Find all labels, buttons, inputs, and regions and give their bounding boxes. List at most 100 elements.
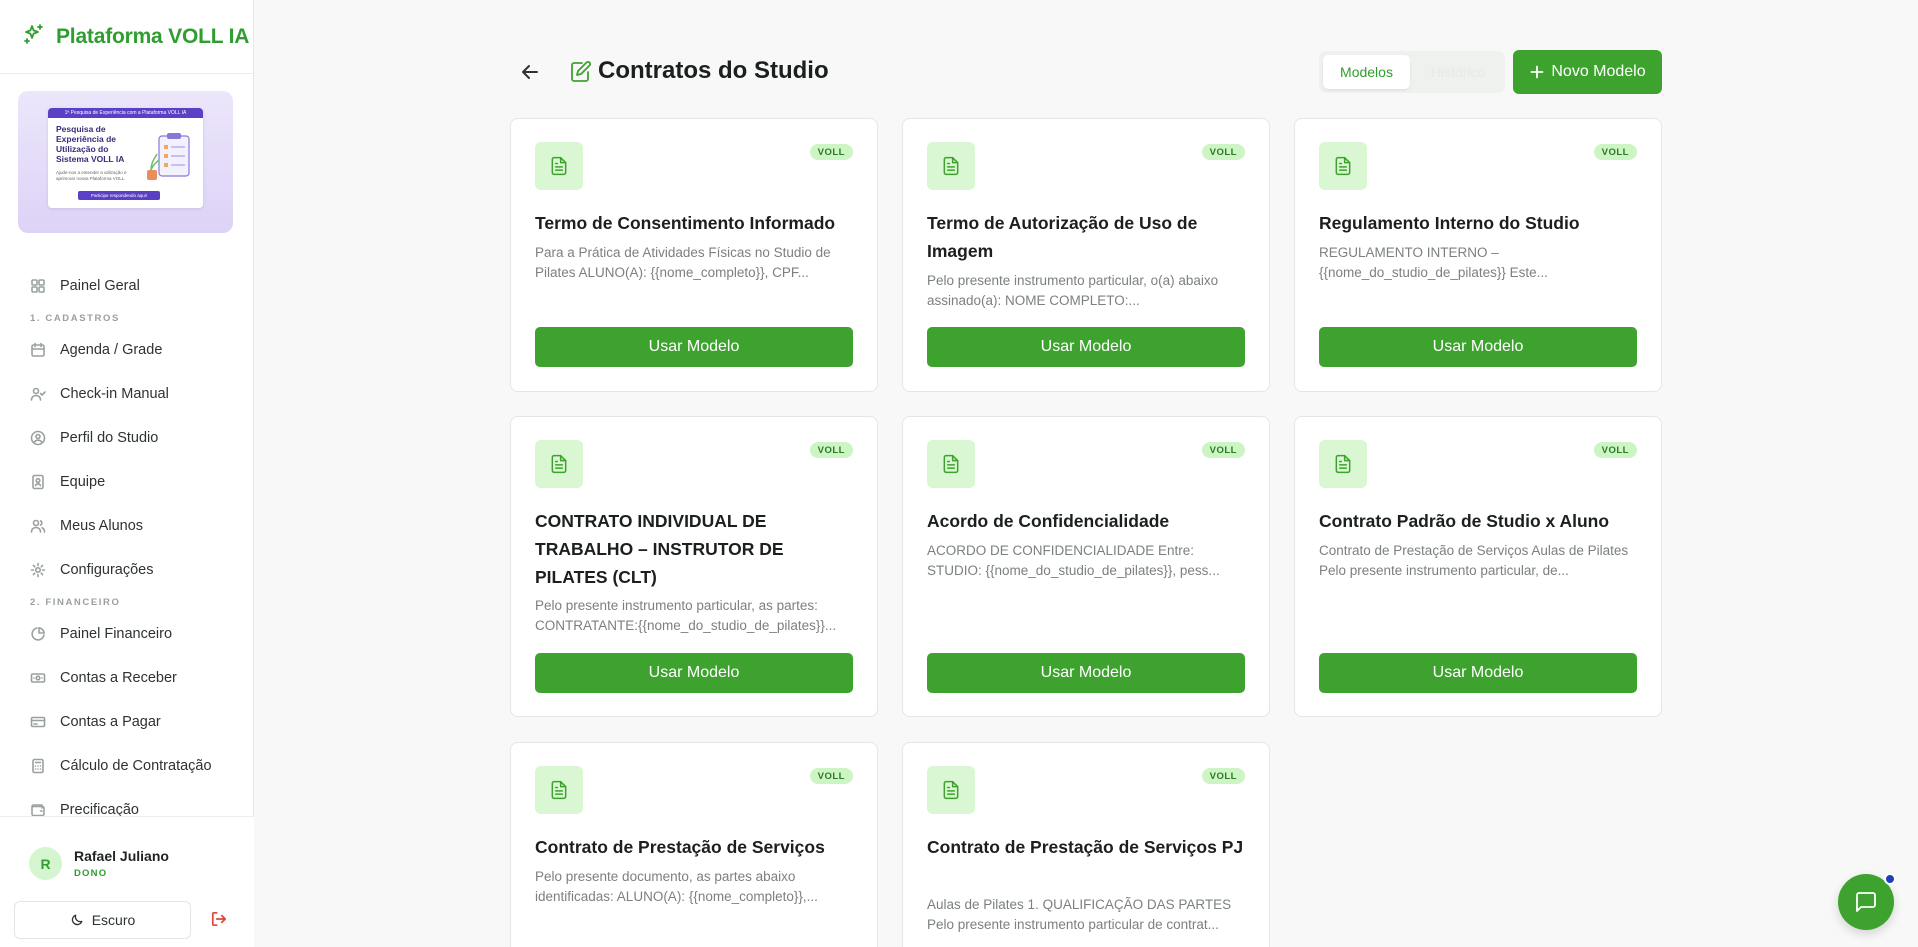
- tab-historico[interactable]: Histórico: [1415, 55, 1501, 89]
- plus-icon: [1530, 65, 1544, 79]
- clipboard-illustration-icon: [147, 133, 190, 180]
- brand[interactable]: Plataforma VOLL IA: [0, 0, 253, 74]
- sidebar-item-perfil-studio[interactable]: Perfil do Studio: [0, 416, 254, 460]
- card-description: Contrato de Prestação de Serviços Aulas …: [1319, 543, 1629, 578]
- user-role: DONO: [74, 868, 108, 879]
- card-title: Termo de Consentimento Informado: [535, 213, 836, 233]
- template-card: VOLL Contrato Padrão de Studio x Aluno C…: [1294, 416, 1662, 717]
- card-title: Contrato de Prestação de Serviços: [535, 837, 825, 857]
- template-card: VOLL Termo de Autorização de Uso de Imag…: [902, 118, 1270, 392]
- source-badge: VOLL: [809, 442, 853, 458]
- calculator-icon: [32, 758, 44, 774]
- source-badge: VOLL: [809, 144, 853, 160]
- file-edit-icon: [568, 60, 592, 84]
- new-model-label: Novo Modelo: [1551, 63, 1646, 80]
- card-title: Contrato de Prestação de Serviços PJ: [927, 837, 1244, 857]
- template-card: VOLL Termo de Consentimento Informado Pa…: [510, 118, 878, 392]
- card-description: Para a Prática de Atividades Físicas no …: [535, 245, 831, 280]
- sidebar-item-contas-pagar[interactable]: Contas a Pagar: [0, 700, 254, 744]
- banner-subtitle: Ajude-nos a entender a utilização e apri…: [56, 170, 127, 181]
- banner-top-text: 1ª Pesquisa de Experiência com a Platafo…: [48, 108, 203, 118]
- source-badge: VOLL: [1201, 442, 1245, 458]
- card-title: Termo de Autorização de Uso de Imagem: [927, 213, 1198, 261]
- sidebar-item-label: Cálculo de Contratação: [60, 758, 212, 774]
- sidebar-item-label: Meus Alunos: [60, 518, 144, 534]
- sidebar-item-label: Configurações: [60, 562, 154, 578]
- users-icon: [30, 519, 46, 533]
- card-title: Contrato Padrão de Studio x Aluno: [1319, 511, 1610, 531]
- card-description: Pelo presente instrumento particular, o(…: [927, 273, 1219, 308]
- user-circle-icon: [30, 430, 46, 446]
- use-template-button[interactable]: Usar Modelo: [535, 327, 853, 367]
- use-template-button[interactable]: Usar Modelo: [927, 653, 1245, 693]
- template-card: VOLL Regulamento Interno do Studio REGUL…: [1294, 118, 1662, 392]
- sidebar-section-financeiro: 2. FINANCEIRO: [30, 596, 121, 608]
- file-text-icon: [1319, 142, 1367, 190]
- layout-grid-icon: [31, 279, 45, 293]
- avatar[interactable]: R: [29, 847, 62, 880]
- sidebar-item-label: Contas a Receber: [60, 670, 177, 686]
- sidebar-item-label: Check-in Manual: [60, 386, 169, 402]
- sidebar-item-equipe[interactable]: Equipe: [0, 460, 254, 504]
- use-template-button[interactable]: Usar Modelo: [535, 653, 853, 693]
- logout-button[interactable]: [208, 908, 230, 930]
- tab-modelos[interactable]: Modelos: [1323, 55, 1410, 89]
- banner-title: Pesquisa de Experiência de Utilização do…: [56, 124, 125, 164]
- back-button[interactable]: [518, 60, 542, 84]
- banner-button: Participe respondendo aqui!: [78, 191, 160, 200]
- template-card: VOLL CONTRATO INDIVIDUAL DE TRABALHO – I…: [510, 416, 878, 717]
- source-badge: VOLL: [1593, 442, 1637, 458]
- logout-icon: [211, 911, 227, 927]
- brand-name: Plataforma VOLL IA: [56, 24, 250, 48]
- template-card: VOLL Acordo de Confidencialidade ACORDO …: [902, 416, 1270, 717]
- source-badge: VOLL: [1593, 144, 1637, 160]
- calendar-icon: [31, 342, 45, 357]
- sidebar-item-label: Painel Geral: [60, 278, 140, 294]
- sidebar-item-label: Equipe: [60, 474, 106, 490]
- sidebar-item-label: Painel Financeiro: [60, 626, 173, 642]
- pie-chart-icon: [31, 627, 45, 641]
- page-title: Contratos do Studio: [598, 57, 829, 84]
- sidebar-nav: Painel Geral 1. CADASTROS Agenda / Grade…: [0, 264, 254, 832]
- sidebar-item-agenda[interactable]: Agenda / Grade: [0, 328, 254, 372]
- sidebar-item-painel-financeiro[interactable]: Painel Financeiro: [0, 612, 254, 656]
- sidebar-item-meus-alunos[interactable]: Meus Alunos: [0, 504, 254, 548]
- gear-icon: [30, 562, 46, 578]
- sidebar-item-label: Perfil do Studio: [60, 430, 159, 446]
- card-description: Pelo presente instrumento particular, as…: [535, 598, 837, 633]
- sidebar-item-contas-receber[interactable]: Contas a Receber: [0, 656, 254, 700]
- moon-icon: [71, 914, 83, 926]
- card-description: ACORDO DE CONFIDENCIALIDADE Entre: STUDI…: [927, 543, 1220, 578]
- sidebar-item-checkin[interactable]: Check-in Manual: [0, 372, 254, 416]
- sidebar-item-configuracoes[interactable]: Configurações: [0, 548, 254, 592]
- use-template-button[interactable]: Usar Modelo: [927, 327, 1245, 367]
- sidebar-item-painel-geral[interactable]: Painel Geral: [0, 264, 254, 308]
- use-template-button[interactable]: Usar Modelo: [1319, 327, 1637, 367]
- file-text-icon: [927, 142, 975, 190]
- sidebar-section-cadastros: 1. CADASTROS: [30, 312, 120, 324]
- sidebar-item-label: Contas a Pagar: [60, 714, 161, 730]
- file-text-icon: [927, 440, 975, 488]
- new-model-button[interactable]: Novo Modelo: [1513, 50, 1662, 94]
- arrow-left-icon: [522, 65, 538, 79]
- use-template-button[interactable]: Usar Modelo: [1319, 653, 1637, 693]
- file-text-icon: [535, 440, 583, 488]
- id-badge-icon: [32, 474, 44, 490]
- sidebar: Plataforma VOLL IA 1ª Pesquisa de Experi…: [0, 0, 254, 947]
- source-badge: VOLL: [1201, 144, 1245, 160]
- source-badge: VOLL: [1201, 768, 1245, 784]
- sidebar-item-label: Agenda / Grade: [60, 342, 163, 358]
- theme-toggle-button[interactable]: Escuro: [14, 901, 191, 939]
- sidebar-item-calculo-contratacao[interactable]: Cálculo de Contratação: [0, 744, 254, 788]
- card-title: Acordo de Confidencialidade: [927, 511, 1170, 531]
- user-panel: R Rafael Juliano DONO Escuro: [0, 816, 254, 947]
- source-badge: VOLL: [809, 768, 853, 784]
- theme-toggle-label: Escuro: [91, 912, 136, 928]
- card-title: CONTRATO INDIVIDUAL DE TRABALHO – INSTRU…: [535, 511, 784, 587]
- card-description: REGULAMENTO INTERNO – {{nome_do_studio_d…: [1319, 245, 1548, 280]
- file-text-icon: [1319, 440, 1367, 488]
- survey-banner[interactable]: 1ª Pesquisa de Experiência com a Platafo…: [18, 91, 233, 233]
- banner-card: 1ª Pesquisa de Experiência com a Platafo…: [48, 108, 203, 208]
- template-card: VOLL Contrato de Prestação de Serviços P…: [902, 742, 1270, 947]
- view-tabs: Modelos Histórico: [1319, 51, 1505, 93]
